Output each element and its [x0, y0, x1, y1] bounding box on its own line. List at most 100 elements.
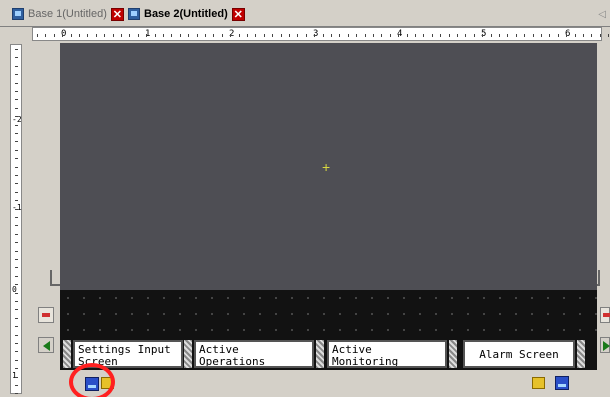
ruler-tick [524, 34, 526, 37]
ruler-tick [347, 34, 349, 37]
ruler-tick [499, 34, 500, 37]
ruler-tick [15, 317, 18, 319]
ruler-tick [339, 34, 341, 37]
close-icon[interactable]: ✕ [110, 7, 124, 21]
scroll-left-button[interactable] [38, 337, 54, 353]
ruler-tick [87, 34, 89, 37]
editing-canvas[interactable]: + [60, 43, 597, 290]
ruler-tick [15, 326, 18, 328]
scroll-right-small-icon[interactable] [600, 307, 610, 323]
highlight-circle [69, 363, 115, 397]
ruler-tick [196, 34, 198, 37]
active-operations-screen-button[interactable]: Active Operations Screen [194, 340, 314, 368]
scroll-left-small-icon[interactable] [38, 307, 54, 323]
alarm-screen-button[interactable]: Alarm Screen [463, 340, 575, 368]
ruler-tick [557, 34, 559, 37]
ruler-tick [15, 284, 18, 286]
ruler-tick [70, 34, 72, 37]
ruler-tick [15, 166, 18, 168]
scroll-right-button[interactable] [600, 337, 610, 353]
ruler-tick [45, 34, 47, 37]
grip-handle[interactable] [316, 340, 324, 368]
ruler-tick [15, 292, 18, 294]
folder-icon[interactable] [532, 377, 545, 389]
ruler-tick [431, 34, 433, 37]
ruler-tick [230, 34, 232, 37]
ruler-tick [15, 368, 18, 370]
close-icon[interactable]: ✕ [231, 7, 245, 21]
ruler-tick [515, 34, 517, 37]
ruler-tick [15, 183, 18, 185]
ruler-tick [448, 34, 450, 37]
tab-label: Base 1(Untitled) [28, 8, 107, 20]
ruler-tick [15, 49, 18, 50]
ruler-tick [15, 393, 18, 395]
horizontal-ruler: 0 1 2 3 4 5 6 [32, 27, 610, 41]
ruler-tick [541, 34, 542, 37]
ruler-tick [15, 334, 18, 336]
ruler-tick [15, 376, 18, 378]
ruler-tick [79, 34, 80, 37]
ruler-tick [188, 34, 190, 37]
ruler-tick [53, 34, 55, 37]
ruler-tick [566, 34, 568, 37]
ruler-tick [280, 34, 282, 37]
tab-base-2[interactable]: Base 2(Untitled) ✕ [128, 6, 245, 22]
ruler-tick [15, 233, 18, 235]
ruler-tick [473, 34, 475, 37]
ruler-tick [423, 34, 425, 37]
ruler-tick [15, 385, 18, 386]
ruler-tick [15, 107, 18, 109]
grip-handle[interactable] [449, 340, 457, 368]
ruler-tick [15, 309, 18, 311]
bottom-toolbar [40, 370, 600, 397]
ruler-tick [15, 158, 18, 160]
ruler-tick [599, 34, 601, 37]
ruler-tick [263, 34, 265, 37]
ruler-tick [15, 200, 18, 202]
ruler-tick [15, 351, 18, 353]
ruler-tick [574, 34, 576, 37]
ruler-number: -1 [12, 203, 22, 212]
ruler-tick [95, 34, 97, 37]
ruler-tick [15, 133, 18, 134]
tab-label: Base 2(Untitled) [144, 8, 228, 20]
screen-icon [12, 8, 24, 20]
ruler-tick [15, 141, 18, 143]
ruler-tick [15, 82, 18, 84]
screen-icon[interactable] [555, 376, 569, 390]
ruler-tick [37, 34, 38, 37]
ruler-tick [289, 34, 290, 37]
grip-handle[interactable] [63, 340, 71, 368]
ruler-tick [583, 34, 584, 37]
ruler-tick [482, 34, 484, 37]
ruler-tick [331, 34, 332, 37]
ruler-tick [247, 34, 248, 37]
ruler-number: 1 [12, 371, 17, 380]
screen-icon [128, 8, 140, 20]
ruler-tick [440, 34, 442, 37]
ruler-tick [15, 116, 18, 118]
ruler-tick [490, 34, 492, 37]
ruler-tick [221, 34, 223, 37]
grid-strip[interactable] [60, 290, 597, 338]
ruler-tick [15, 267, 18, 269]
ruler-tick [608, 34, 610, 37]
ruler-tick [389, 34, 391, 37]
ruler-tick [314, 34, 316, 37]
ruler-tick [549, 34, 551, 37]
tab-scroll-arrow-icon[interactable]: ◁ [598, 9, 606, 20]
ruler-tick [15, 124, 18, 126]
ruler-tick [15, 208, 18, 210]
ruler-tick [104, 34, 106, 37]
grip-handle[interactable] [184, 340, 192, 368]
ruler-tick [15, 149, 18, 151]
ruler-tick [398, 34, 400, 37]
tab-base-1[interactable]: Base 1(Untitled) ✕ [12, 6, 124, 22]
ruler-tick [457, 34, 458, 37]
ruler-tick [163, 34, 164, 37]
ruler-tick [15, 191, 18, 193]
grip-handle[interactable] [577, 340, 585, 368]
ruler-tick [465, 34, 467, 37]
active-monitoring-screen-button[interactable]: Active Monitoring Screen [327, 340, 447, 368]
